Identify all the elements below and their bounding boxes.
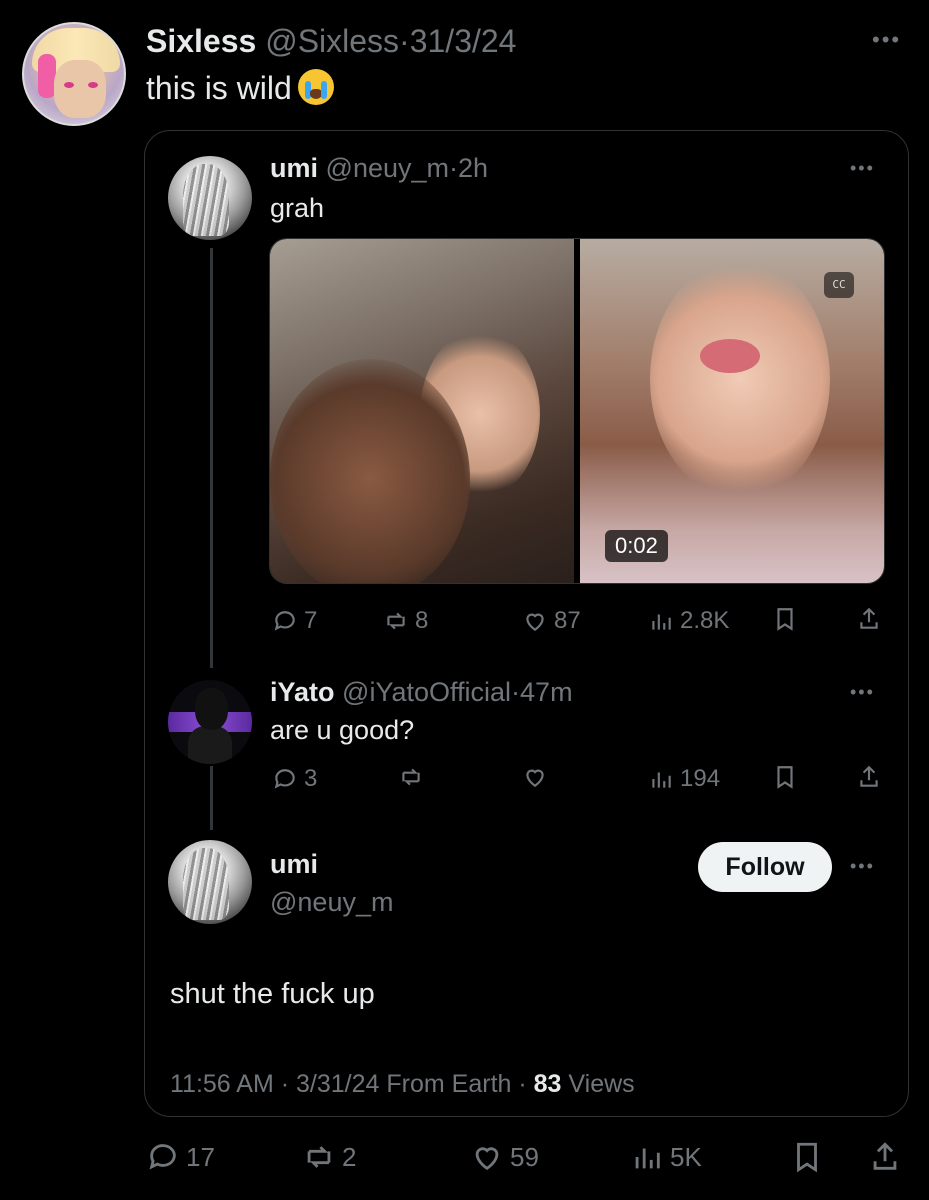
views-label: Views — [568, 1070, 635, 1098]
analytics-icon — [652, 614, 671, 630]
more-options-icon[interactable]: ••• — [850, 158, 875, 178]
repost-icon — [307, 1146, 331, 1168]
share-icon — [873, 1142, 897, 1170]
outer-tweet-header: Sixless @Sixless·31/3/24 — [146, 22, 516, 60]
thread-connector-line — [210, 248, 213, 668]
author-name[interactable]: iYato — [270, 677, 335, 707]
tweet2-text: are u good? — [270, 715, 415, 745]
thread-connector-line — [210, 766, 213, 830]
share-icon — [860, 765, 878, 787]
umi-avatar[interactable] — [168, 156, 252, 240]
separator: · — [449, 153, 458, 183]
share-button[interactable] — [868, 1140, 908, 1174]
share-icon — [860, 607, 878, 629]
more-options-icon[interactable]: ••• — [850, 682, 875, 702]
more-options-icon[interactable]: ••• — [850, 856, 875, 876]
author-name[interactable]: umi — [270, 848, 318, 880]
video-duration: 0:02 — [605, 530, 668, 562]
author-handle[interactable]: @neuy_m — [270, 886, 393, 918]
more-options-icon[interactable]: ••• — [872, 29, 901, 51]
author-name[interactable]: Sixless — [146, 23, 256, 59]
tweet3-text: shut the fuck up — [170, 978, 375, 1010]
repost-button[interactable]: 2 — [302, 1140, 356, 1174]
umi-avatar[interactable] — [168, 840, 252, 924]
bookmark-icon — [777, 766, 793, 789]
tweet2-header: iYato @iYatoOfficial·47m — [270, 676, 573, 708]
share-button[interactable] — [856, 606, 888, 632]
bookmark-button[interactable] — [790, 1140, 830, 1174]
tweet-source: From Earth — [386, 1070, 512, 1098]
views-button[interactable]: 194 — [648, 764, 720, 794]
tweet-date[interactable]: 31/3/24 — [410, 23, 517, 59]
bookmark-icon — [777, 608, 793, 631]
tweet1-text: grah — [270, 193, 325, 223]
author-handle[interactable]: @iYatoOfficial — [342, 677, 511, 707]
separator: · — [511, 677, 521, 707]
like-button[interactable]: 59 — [470, 1140, 539, 1174]
tweet-date[interactable]: 3/31/24 — [296, 1070, 379, 1098]
views-count: 83 — [533, 1070, 562, 1098]
repost-button[interactable]: 8 — [383, 606, 428, 636]
reply-icon — [149, 1144, 176, 1170]
tweet-time[interactable]: 47m — [520, 677, 573, 707]
views-button[interactable]: 2.8K — [648, 606, 729, 636]
tweet-time[interactable]: 2h — [458, 153, 488, 183]
analytics-icon — [635, 1148, 660, 1169]
tweet-time[interactable]: 11:56 AM — [170, 1070, 274, 1098]
captions-icon[interactable]: CC — [824, 272, 854, 298]
tweet-metadata: 11:56 AM · 3/31/24 From Earth · 83 Views — [170, 1070, 635, 1098]
repost-icon — [402, 768, 420, 786]
bookmark-button[interactable] — [772, 606, 804, 632]
follow-button[interactable]: Follow — [698, 842, 832, 892]
sixless-avatar[interactable] — [22, 22, 126, 126]
heart-icon — [526, 769, 544, 787]
separator: · — [399, 23, 410, 59]
media-grid[interactable] — [269, 238, 885, 584]
bookmark-button[interactable] — [772, 764, 804, 790]
reply-button[interactable]: 3 — [272, 764, 317, 794]
like-button[interactable] — [522, 764, 554, 790]
share-button[interactable] — [856, 764, 888, 790]
reply-icon — [274, 611, 295, 631]
repost-icon — [387, 612, 405, 630]
heart-icon — [475, 1147, 499, 1171]
reply-button[interactable]: 7 — [272, 606, 317, 636]
author-handle[interactable]: @neuy_m — [326, 153, 449, 183]
author-name[interactable]: umi — [270, 153, 318, 183]
bookmark-icon — [797, 1142, 817, 1173]
author-handle[interactable]: @Sixless — [265, 23, 399, 59]
reply-button[interactable]: 17 — [146, 1140, 215, 1174]
photo-1[interactable] — [270, 239, 574, 583]
outer-tweet-text: this is wild — [146, 68, 334, 108]
heart-icon — [526, 613, 544, 631]
like-button[interactable]: 87 — [522, 606, 581, 636]
repost-button[interactable] — [398, 764, 430, 790]
reply-icon — [274, 769, 295, 789]
iyato-avatar[interactable] — [168, 680, 252, 764]
views-button[interactable]: 5K — [630, 1140, 702, 1174]
analytics-icon — [652, 772, 671, 788]
tweet1-header: umi @neuy_m·2h — [270, 152, 488, 184]
loudly-crying-face-emoji — [297, 69, 334, 105]
